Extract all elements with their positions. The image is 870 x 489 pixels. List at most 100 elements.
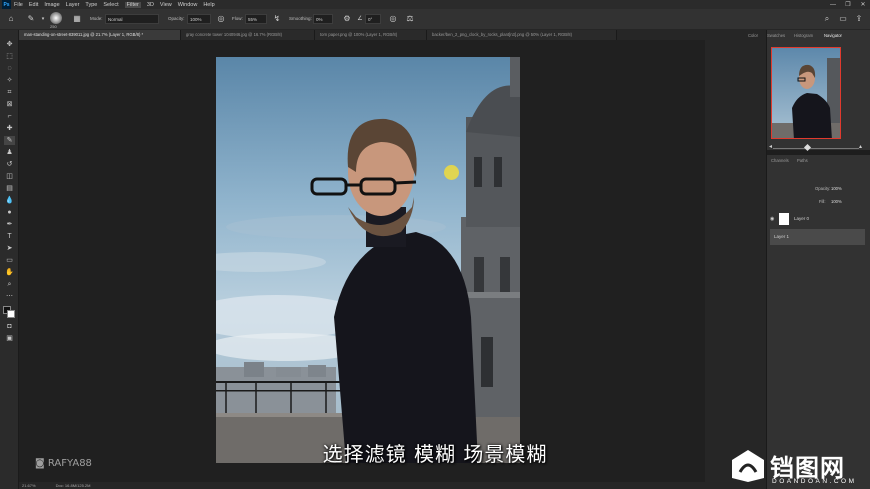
angle-icon: ∠ <box>357 16 363 22</box>
flow-label: Flow: <box>232 16 243 21</box>
layer-opacity-value[interactable]: 100% <box>831 186 842 191</box>
quick-select-tool-icon[interactable]: ✧ <box>4 76 15 85</box>
move-tool-icon[interactable]: ✥ <box>4 40 15 49</box>
tools-panel: ✥ ⬚ ◌ ✧ ⌗ ⊠ ⌐ ✚ ✎ ♟ ↺ ◫ ▤ 💧 ● ✒ T ➤ ▭ ✋ … <box>0 30 19 489</box>
layer-name: Layer 0 <box>794 216 810 221</box>
tab-color[interactable]: Color <box>748 33 758 38</box>
restore-button[interactable]: ❐ <box>841 0 855 9</box>
layer-fill-value[interactable]: 100% <box>831 199 842 204</box>
eraser-tool-icon[interactable]: ◫ <box>4 172 15 181</box>
brand-watermark: 铛图网 DOANDOAN.COM <box>728 446 870 489</box>
status-bar: 21.67% Doc: 16.8M/125.2M <box>19 482 705 489</box>
menu-filter[interactable]: Filter <box>124 1 141 8</box>
tab-navigator[interactable]: Navigator <box>824 33 842 38</box>
workspace-icon[interactable]: ▭ <box>838 14 848 24</box>
eyedropper-tool-icon[interactable]: ⌐ <box>4 112 15 121</box>
menu-type[interactable]: Type <box>85 2 97 8</box>
close-button[interactable]: ✕ <box>856 0 870 9</box>
pen-tool-icon[interactable]: ✒ <box>4 220 15 229</box>
document-canvas[interactable] <box>216 57 520 463</box>
menu-file[interactable]: File <box>14 2 23 8</box>
layer-row-selected[interactable]: Layer 1 <box>770 229 865 245</box>
tab-channels[interactable]: Channels <box>771 158 789 163</box>
brush-cursor <box>444 165 459 180</box>
menu-3d[interactable]: 3D <box>147 2 154 8</box>
lasso-tool-icon[interactable]: ◌ <box>4 64 15 73</box>
gradient-tool-icon[interactable]: ▤ <box>4 184 15 193</box>
flow-input[interactable]: 55% <box>245 14 267 24</box>
menu-view[interactable]: View <box>160 2 172 8</box>
layer-fill-label: Fill: <box>819 199 826 204</box>
layer-row[interactable]: ◉ Layer 0 <box>770 211 865 227</box>
menu-layer[interactable]: Layer <box>66 2 80 8</box>
menu-select[interactable]: Select <box>103 2 118 8</box>
smoothing-label: Smoothing: <box>289 16 312 21</box>
clone-stamp-tool-icon[interactable]: ♟ <box>4 148 15 157</box>
navigator-thumbnail-image <box>772 58 840 138</box>
layer-opacity-label: Opacity: <box>815 186 831 191</box>
mode-select[interactable]: Normal <box>105 14 159 24</box>
opacity-label: Opacity: <box>168 16 185 21</box>
tab-histogram[interactable]: Histogram <box>794 33 813 38</box>
layer-thumbnail <box>779 213 789 225</box>
brush-tool-icon[interactable]: ✎ <box>4 136 15 145</box>
dodge-tool-icon[interactable]: ● <box>4 208 15 217</box>
photoshop-logo: Ps <box>2 0 11 9</box>
zoom-in-icon[interactable]: ▴ <box>859 143 862 150</box>
menu-edit[interactable]: Edit <box>29 2 38 8</box>
tab-concrete-tower[interactable]: gray concrete tower 1040946.jpg @ 16.7% … <box>181 30 315 40</box>
more-tools-icon[interactable]: ⋯ <box>4 292 15 301</box>
menu-bar: Ps File Edit Image Layer Type Select Fil… <box>0 0 870 9</box>
pressure-opacity-icon[interactable]: ◎ <box>216 14 226 24</box>
minimize-button[interactable]: — <box>826 0 840 9</box>
panel-dock <box>705 30 767 489</box>
screen-mode-icon[interactable]: ▣ <box>4 334 15 343</box>
chevron-down-icon[interactable]: ▾ <box>38 14 48 24</box>
search-icon[interactable]: ⌕ <box>822 14 832 24</box>
zoom-slider-handle[interactable] <box>803 143 812 152</box>
airbrush-icon[interactable]: ↯ <box>272 14 282 24</box>
brush-tool-icon[interactable]: ✎ <box>26 14 36 24</box>
instagram-icon: ◙ <box>35 458 48 469</box>
tab-torn-paper[interactable]: torn paper.png @ 100% (Layer 1, RGB/8) <box>315 30 427 40</box>
zoom-out-icon[interactable]: ◂ <box>769 143 772 150</box>
path-select-tool-icon[interactable]: ➤ <box>4 244 15 253</box>
mode-label: Mode: <box>90 16 103 21</box>
eye-icon[interactable]: ◉ <box>770 211 774 227</box>
tab-paths[interactable]: Paths <box>797 158 808 163</box>
marquee-tool-icon[interactable]: ⬚ <box>4 52 15 61</box>
opacity-input[interactable]: 100% <box>187 14 211 24</box>
quick-mask-icon[interactable]: ◘ <box>4 322 15 331</box>
menu-window[interactable]: Window <box>178 2 198 8</box>
healing-tool-icon[interactable]: ✚ <box>4 124 15 133</box>
gear-icon[interactable]: ⚙ <box>342 14 352 24</box>
zoom-slider-track[interactable] <box>773 148 859 149</box>
frame-tool-icon[interactable]: ⊠ <box>4 100 15 109</box>
history-brush-tool-icon[interactable]: ↺ <box>4 160 15 169</box>
menu-image[interactable]: Image <box>44 2 59 8</box>
tab-man-standing[interactable]: man-standing-on-street-839011.jpg @ 21.7… <box>19 30 181 40</box>
blur-tool-icon[interactable]: 💧 <box>4 196 15 205</box>
brand-url: DOANDOAN.COM <box>772 478 857 485</box>
document-tabs: man-standing-on-street-839011.jpg @ 21.7… <box>19 30 705 40</box>
type-tool-icon[interactable]: T <box>4 232 15 241</box>
home-icon[interactable]: ⌂ <box>6 14 16 24</box>
background-color-swatch[interactable] <box>7 310 15 318</box>
symmetry-icon[interactable]: ⚖ <box>405 14 415 24</box>
zoom-tool-icon[interactable]: ⌕ <box>4 280 15 289</box>
tab-swatches[interactable]: Swatches <box>767 33 785 38</box>
shape-tool-icon[interactable]: ▭ <box>4 256 15 265</box>
photo-image <box>216 57 520 463</box>
angle-input[interactable]: 0° <box>365 14 381 24</box>
brush-preset-icon[interactable] <box>50 12 62 24</box>
menu-help[interactable]: Help <box>203 2 214 8</box>
brush-settings-icon[interactable]: ▦ <box>72 14 82 24</box>
crop-tool-icon[interactable]: ⌗ <box>4 88 15 97</box>
tab-clock-plant[interactable]: backer/ben_2_png_clock_by_rocks_plant[n3… <box>427 30 617 40</box>
hand-tool-icon[interactable]: ✋ <box>4 268 15 277</box>
zoom-readout[interactable]: 21.67% <box>22 483 36 488</box>
navigator-thumbnail[interactable] <box>771 47 841 139</box>
smoothing-input[interactable]: 0% <box>313 14 333 24</box>
share-icon[interactable]: ⇪ <box>854 14 864 24</box>
pressure-size-icon[interactable]: ◎ <box>388 14 398 24</box>
